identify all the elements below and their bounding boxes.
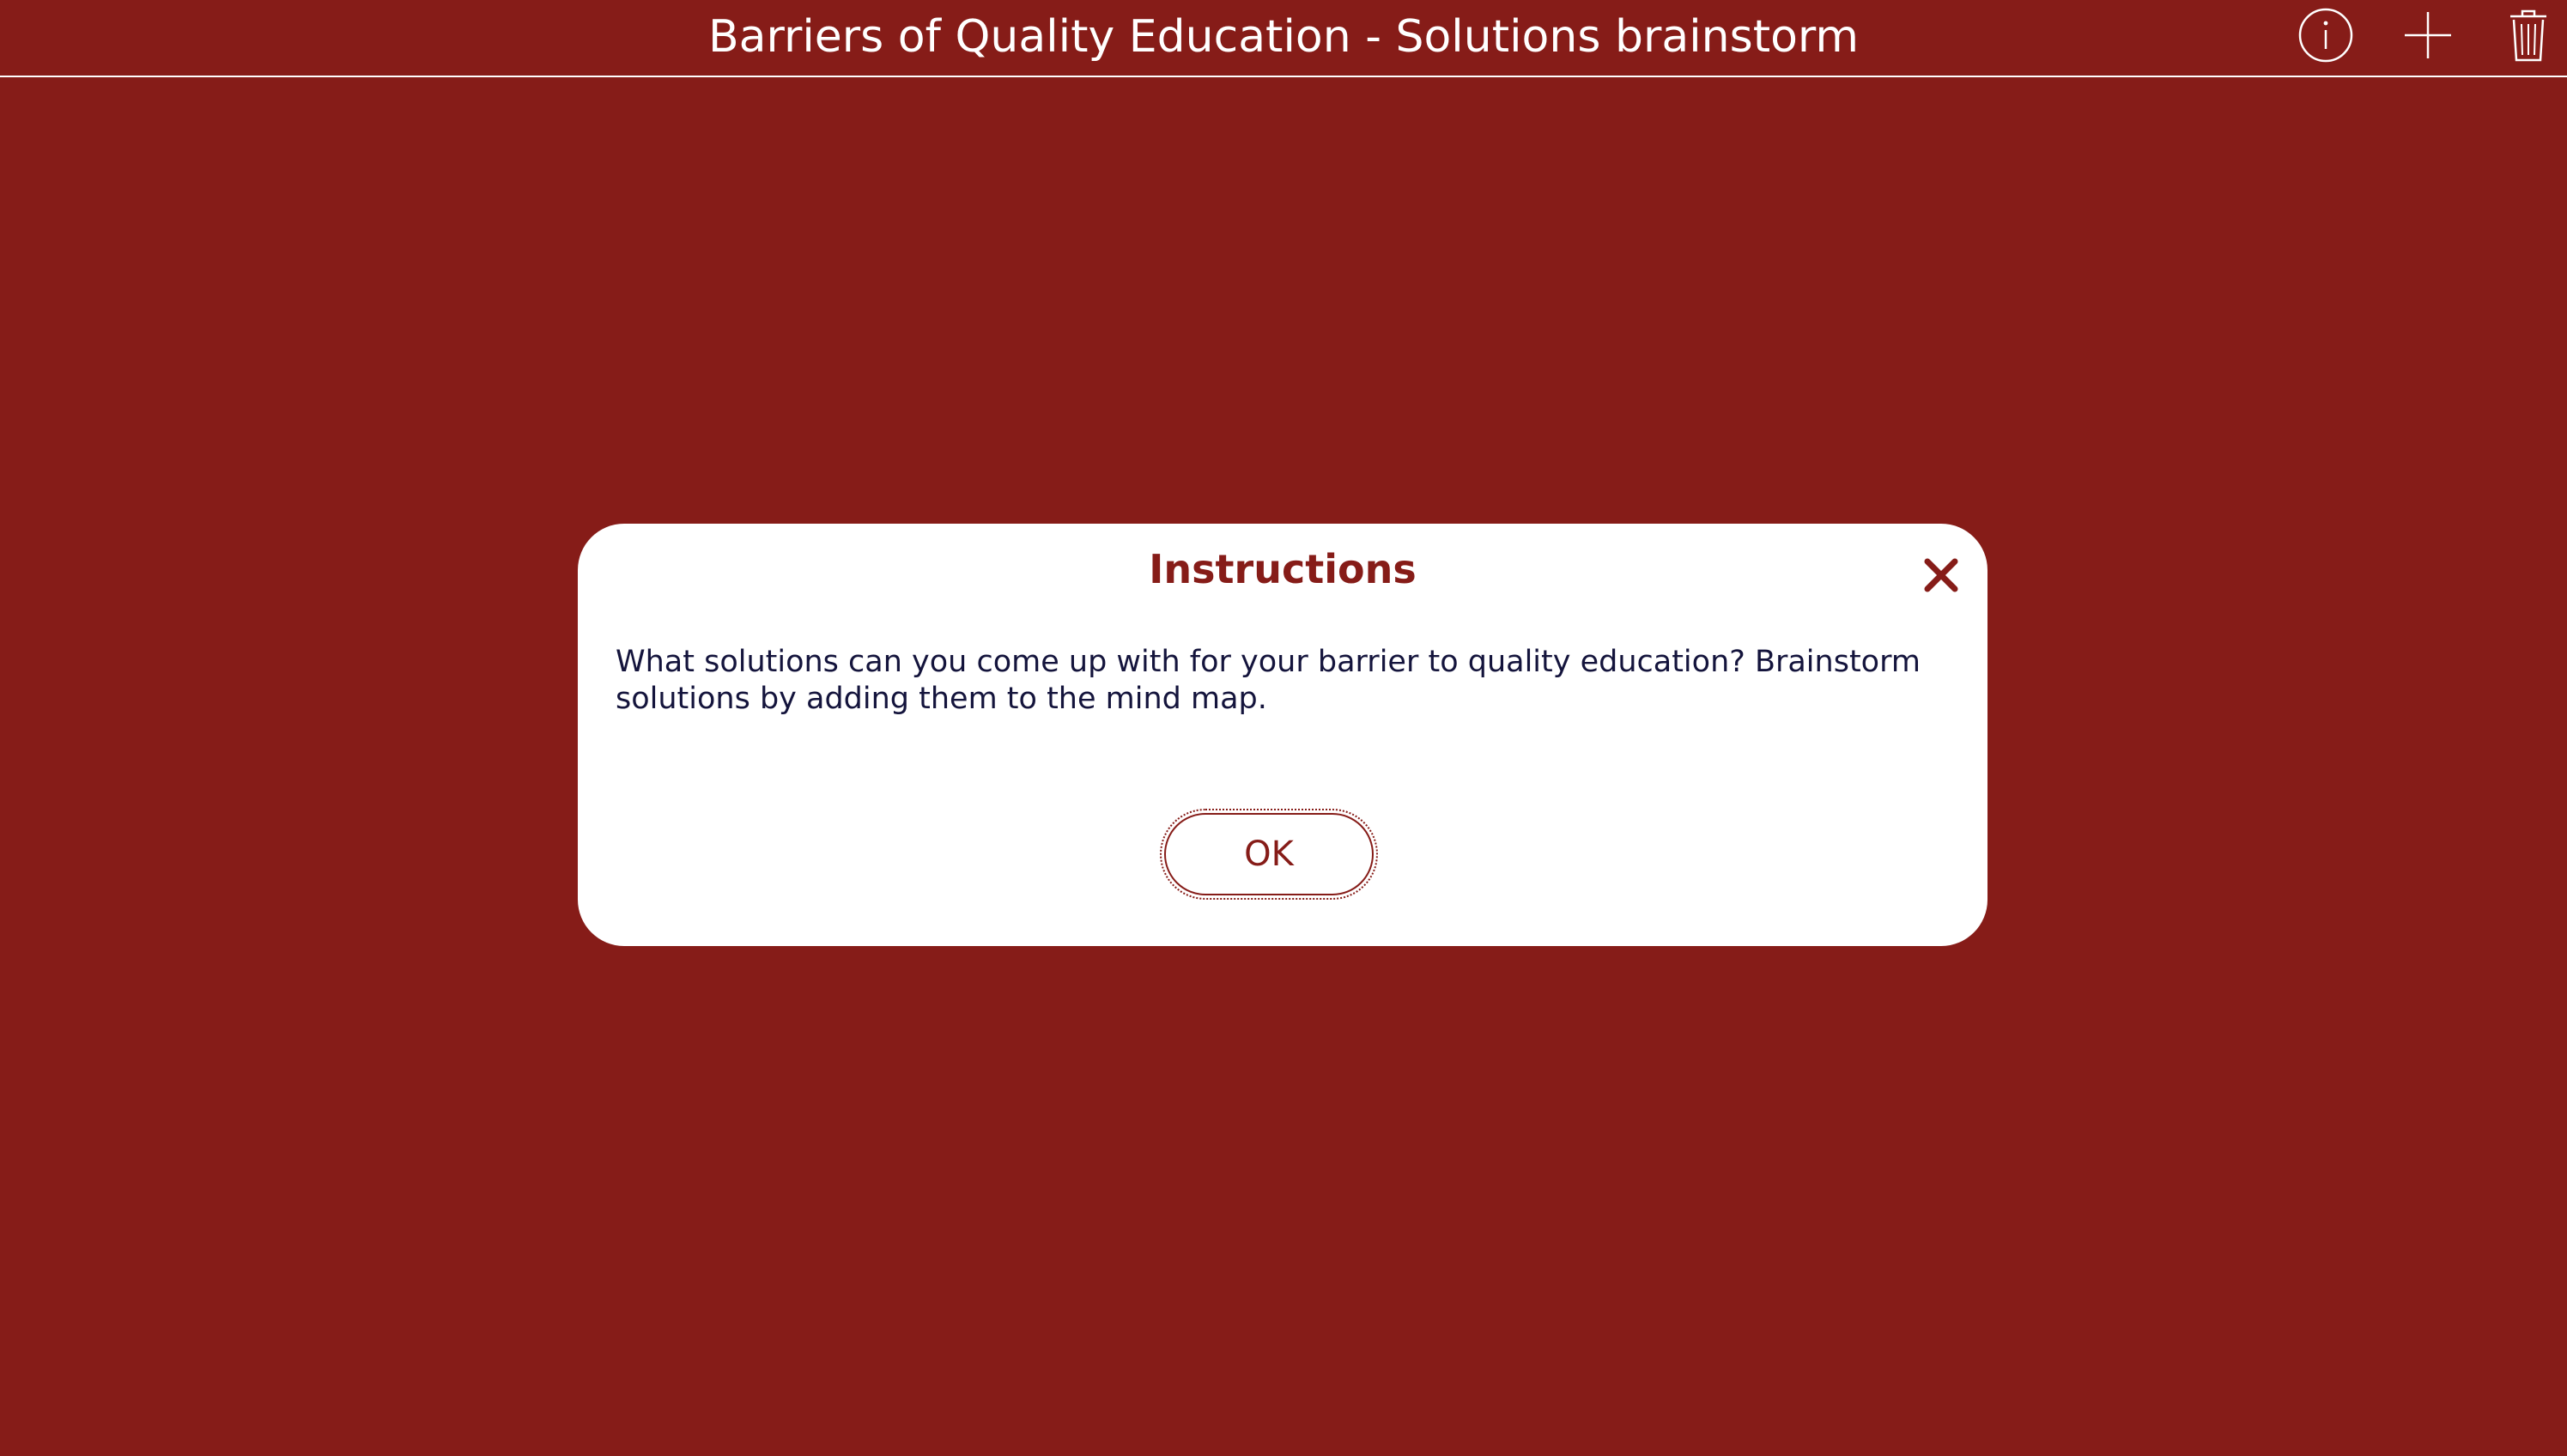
plus-icon	[2405, 12, 2451, 58]
header-bar: Barriers of Quality Education - Solution…	[0, 0, 2567, 77]
dialog-title: Instructions	[1149, 546, 1417, 592]
dialog-message: What solutions can you come up with for …	[616, 645, 1921, 716]
page-title: Barriers of Quality Education - Solution…	[707, 11, 1860, 63]
app-canvas: Barriers of Quality Education - Solution…	[0, 0, 2567, 1456]
delete-button[interactable]	[2498, 5, 2558, 65]
info-button[interactable]	[2296, 5, 2356, 65]
ok-button[interactable]: OK	[1160, 809, 1378, 900]
add-button[interactable]	[2398, 5, 2458, 65]
close-icon	[1924, 558, 1958, 592]
info-icon	[2298, 8, 2353, 63]
instructions-dialog: Instructions What solutions can you come…	[578, 524, 1987, 946]
close-button[interactable]	[1921, 555, 1962, 596]
trash-icon	[2510, 9, 2546, 62]
